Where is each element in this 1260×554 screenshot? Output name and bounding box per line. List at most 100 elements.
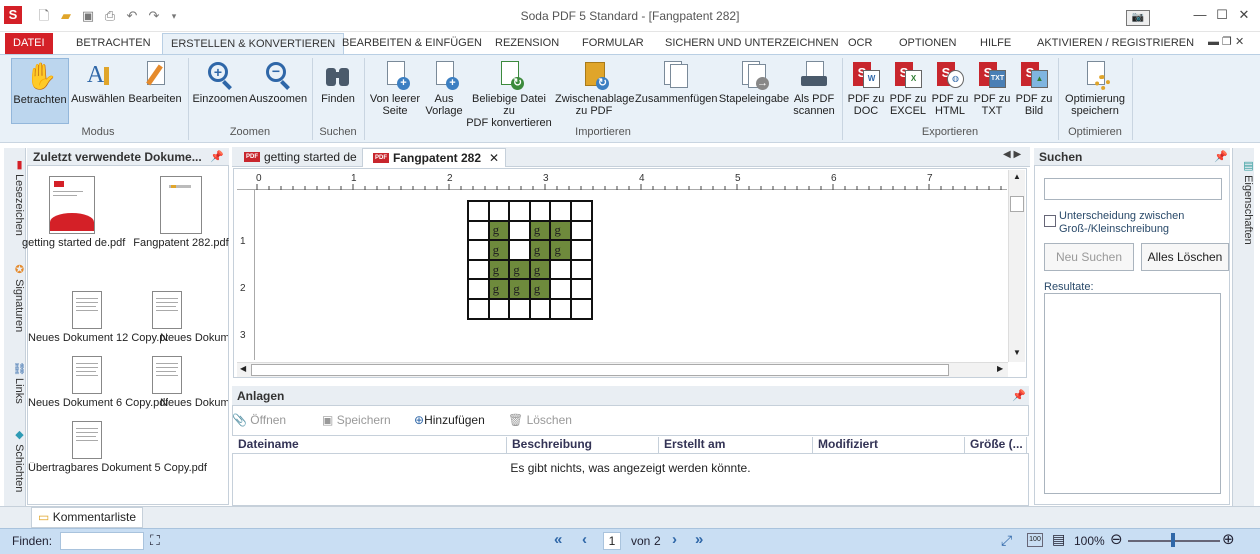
zoom-in-icon[interactable]: ⊕: [1222, 530, 1235, 548]
scroll-left-icon[interactable]: ◀: [240, 364, 246, 373]
recent-thumb[interactable]: [72, 356, 102, 394]
doc-tab-getting-started[interactable]: PDF getting started de: [234, 148, 365, 167]
optimierung-speichern-button[interactable]: Optimierung speichern: [1062, 58, 1128, 124]
recent-caption[interactable]: Neues Dokument 6 Copy.pdf: [28, 397, 168, 409]
column-beschreibung[interactable]: Beschreibung: [507, 437, 659, 454]
tab-signaturen[interactable]: ✪ Signaturen: [4, 258, 26, 338]
recent-caption[interactable]: Fangpatent 282.pdf: [131, 237, 231, 249]
undo-icon[interactable]: ↶: [124, 8, 140, 24]
einzoomen-button[interactable]: + Einzoomen: [192, 58, 248, 124]
finden-button[interactable]: Finden: [318, 58, 358, 124]
tab-rezension[interactable]: REZENSION: [487, 33, 567, 54]
fit-page-icon[interactable]: ⤢: [1001, 532, 1012, 549]
save-icon[interactable]: ▣: [80, 8, 96, 24]
recent-caption[interactable]: Neues Dokument 6 (: [160, 397, 228, 409]
column-dateiname[interactable]: Dateiname: [233, 437, 507, 454]
zusammenfuegen-button[interactable]: Zusammenfügen: [635, 58, 718, 124]
zwischenablage-button[interactable]: ↻ Zwischenablage zu PDF: [555, 58, 635, 124]
recent-thumb-fangpatent[interactable]: [160, 176, 202, 234]
last-page-icon[interactable]: »: [695, 531, 703, 548]
beliebige-datei-button[interactable]: ↻ Beliebige Datei zu PDF konvertieren: [465, 58, 553, 129]
recent-caption[interactable]: Neues Dokument 12 Copy.pdf: [28, 332, 168, 344]
tab-links[interactable]: ⛓ Links: [4, 354, 26, 410]
von-leerer-seite-button[interactable]: + Von leerer Seite: [368, 58, 422, 124]
scroll-thumb[interactable]: [251, 364, 949, 376]
tab-aktivieren-registrieren[interactable]: AKTIVIEREN / REGISTRIEREN: [1029, 33, 1202, 54]
auswaehlen-button[interactable]: A Auswählen: [70, 58, 126, 124]
pdf-zu-doc-button[interactable]: SW PDF zu DOC: [846, 58, 886, 124]
column-modifiziert[interactable]: Modifiziert: [813, 437, 965, 454]
fit-width-icon[interactable]: ▤: [1052, 531, 1065, 548]
pin-icon[interactable]: 📌: [1214, 150, 1228, 163]
tab-hilfe[interactable]: HILFE: [972, 33, 1019, 54]
clear-all-button[interactable]: Alles Löschen: [1141, 243, 1229, 271]
customize-toolbar-icon[interactable]: ▾: [166, 8, 182, 24]
tab-bearbeiten-einfuegen[interactable]: BEARBEITEN & EINFÜGEN: [334, 33, 490, 54]
pdf-zu-bild-button[interactable]: S ▲ PDF zu Bild: [1014, 58, 1054, 124]
comment-list-tab[interactable]: ▭ Kommentarliste: [31, 507, 144, 528]
delete-attachment-button[interactable]: 🗑 Löschen: [508, 413, 572, 427]
betrachten-button[interactable]: ✋ Betrachten: [11, 58, 69, 124]
pin-icon[interactable]: 📌: [210, 150, 224, 163]
tab-optionen[interactable]: OPTIONEN: [891, 33, 964, 54]
open-attachment-button[interactable]: 📎 Öffnen: [232, 413, 286, 427]
tab-ocr[interactable]: OCR: [840, 33, 880, 54]
search-results-list[interactable]: [1044, 293, 1221, 494]
column-erstellt-am[interactable]: Erstellt am: [659, 437, 813, 454]
case-sensitive-label[interactable]: Unterscheidung zwischen Groß-/Kleinschrei…: [1059, 210, 1184, 236]
close-icon[interactable]: ✕: [1234, 6, 1254, 24]
recent-thumb[interactable]: [152, 356, 182, 394]
pin-icon[interactable]: 📌: [1012, 389, 1026, 402]
document-view[interactable]: [233, 168, 1027, 378]
horizontal-scrollbar[interactable]: ◀ ▶: [237, 362, 1008, 377]
search-input[interactable]: [1044, 178, 1222, 200]
maximize-icon[interactable]: ☐: [1212, 6, 1232, 24]
tab-erstellen-konvertieren[interactable]: ERSTELLEN & KONVERTIEREN: [162, 33, 345, 55]
find-input[interactable]: [60, 532, 144, 550]
vertical-scrollbar[interactable]: ▲ ▼: [1008, 170, 1025, 362]
pdf-zu-txt-button[interactable]: S TXT PDF zu TXT: [972, 58, 1012, 124]
auszoomen-button[interactable]: − Auszoomen: [249, 58, 307, 124]
camera-icon[interactable]: 📷: [1126, 10, 1150, 26]
scroll-thumb[interactable]: [1010, 196, 1024, 212]
new-search-button[interactable]: Neu Suchen: [1044, 243, 1134, 271]
prev-page-icon[interactable]: ‹: [582, 531, 587, 548]
redo-icon[interactable]: ↷: [146, 8, 162, 24]
bearbeiten-button[interactable]: Bearbeiten: [126, 58, 184, 124]
app-logo[interactable]: S: [4, 6, 22, 24]
tab-schichten[interactable]: ◆ Schichten: [4, 424, 26, 496]
pdf-zu-html-button[interactable]: S ◍ PDF zu HTML: [930, 58, 970, 124]
tab-lesezeichen[interactable]: ▮ Lesezeichen: [4, 152, 26, 242]
tab-formular[interactable]: FORMULAR: [574, 33, 652, 54]
recent-thumb[interactable]: [72, 291, 102, 329]
tab-eigenschaften[interactable]: ▤ Eigenschaften: [1233, 154, 1255, 250]
minimize-icon[interactable]: —: [1190, 6, 1210, 24]
pdf-zu-excel-button[interactable]: SX PDF zu EXCEL: [888, 58, 928, 124]
tab-betrachten[interactable]: BETRACHTEN: [68, 33, 159, 54]
column-groesse[interactable]: Größe (...: [965, 437, 1027, 454]
open-folder-icon[interactable]: ▰: [58, 8, 74, 24]
scroll-right-icon[interactable]: ▶: [997, 364, 1003, 373]
recent-thumb-getting-started[interactable]: [49, 176, 95, 234]
zoom-slider-thumb[interactable]: [1171, 533, 1175, 547]
stapeleingabe-button[interactable]: → Stapeleingabe: [718, 58, 790, 124]
save-attachment-button[interactable]: ▣ Speichern: [322, 413, 391, 427]
recent-caption[interactable]: Übertragbares Dokument 5 Copy.pdf: [28, 462, 228, 474]
close-tab-icon[interactable]: ✕: [489, 151, 499, 165]
scannen-button[interactable]: Als PDF scannen: [791, 58, 837, 124]
next-page-icon[interactable]: ›: [672, 531, 677, 548]
add-attachment-button[interactable]: ⊕Hinzufügen: [414, 413, 485, 427]
first-page-icon[interactable]: «: [554, 531, 562, 548]
print-icon[interactable]: ⎙: [102, 8, 118, 24]
page-number-input[interactable]: 1: [603, 532, 621, 550]
recent-caption[interactable]: Neues Dokument 10: [160, 332, 228, 344]
doc-tab-fangpatent[interactable]: PDF Fangpatent 282 ✕: [362, 148, 506, 167]
zoom-out-icon[interactable]: ⊖: [1110, 530, 1123, 548]
tab-datei[interactable]: DATEI: [5, 33, 53, 54]
aus-vorlage-button[interactable]: + Aus Vorlage: [424, 58, 464, 124]
scroll-down-icon[interactable]: ▼: [1013, 348, 1021, 357]
recent-thumb[interactable]: [152, 291, 182, 329]
tab-scroll-arrows[interactable]: ◀ ▶: [1003, 149, 1021, 160]
recent-caption[interactable]: getting started de.pdf: [22, 237, 125, 249]
actual-size-icon[interactable]: 100: [1027, 533, 1043, 547]
